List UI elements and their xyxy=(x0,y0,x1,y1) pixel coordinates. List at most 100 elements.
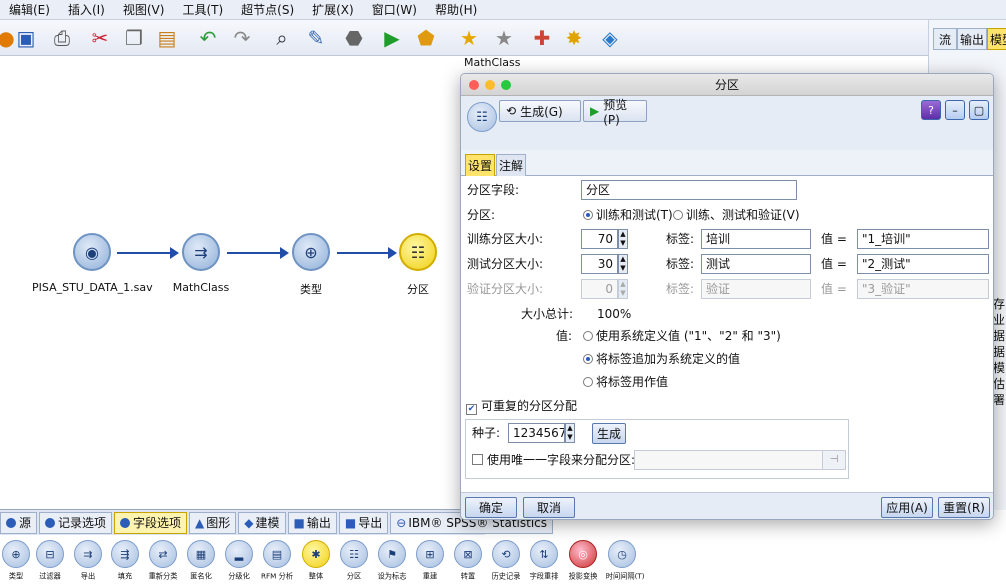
unique-field-checkbox[interactable]: 使用唯一一字段来分配分区: xyxy=(472,449,635,471)
radio-train-test-validate[interactable]: 训练、测试和验证(V) xyxy=(673,204,800,226)
connector-arrow xyxy=(117,247,179,259)
undo-icon[interactable]: ↶ xyxy=(194,24,222,52)
test-value-input[interactable]: "2_测试" xyxy=(857,254,989,274)
cut-icon[interactable]: ✂ xyxy=(86,24,114,52)
source-node[interactable]: ◉ PISA_STU_DATA_1.sav xyxy=(32,233,153,294)
palette-item[interactable]: ◎ 投影变换 xyxy=(565,540,601,582)
dialog-titlebar[interactable]: 分区 xyxy=(461,74,993,96)
palette-item[interactable]: ⇅ 字段重排 xyxy=(526,540,562,582)
stream-canvas[interactable]: ◉ PISA_STU_DATA_1.sav ⇉ MathClass ⊕ 类型 ☷… xyxy=(0,57,460,485)
help-icon[interactable]: ? xyxy=(921,100,941,120)
radio-use-labels[interactable]: 将标签用作值 xyxy=(583,371,668,393)
zoom-window-icon[interactable] xyxy=(501,80,511,90)
tab-outputs[interactable]: 输出 xyxy=(957,28,987,50)
close-window-icon[interactable] xyxy=(469,80,479,90)
test-tag-input[interactable]: 测试 xyxy=(701,254,811,274)
derive-node[interactable]: ⇉ MathClass xyxy=(141,233,261,294)
partition-icon: ☷ xyxy=(399,233,437,271)
redo-icon[interactable]: ↷ xyxy=(228,24,256,52)
palette-tab-graphs[interactable]: ▲ 图形 xyxy=(189,511,237,534)
test-size-stepper[interactable]: ▲ ▼ xyxy=(618,254,628,274)
menu-extensions[interactable]: 扩展(X) xyxy=(303,1,363,18)
menu-insert[interactable]: 插入(I) xyxy=(59,1,114,18)
copy-icon[interactable]: ❐ xyxy=(120,24,148,52)
run-selection-icon[interactable]: ⬟ xyxy=(412,24,440,52)
seed-input[interactable]: 1234567 xyxy=(508,423,565,443)
minimize-window-icon[interactable] xyxy=(485,80,495,90)
radio-system-values[interactable]: 使用系统定义值 ("1"、"2" 和 "3") xyxy=(583,325,781,347)
partition-dialog: 分区 ☷ ⟲ 生成(G) ▶ 预览(P) ? – ▢ 设置 注解 分区字段: 分区 … xyxy=(460,73,994,520)
palette-item[interactable]: ✱ 整体 xyxy=(298,540,334,582)
palette-item[interactable]: ⊞ 重建 xyxy=(412,540,448,582)
spss-icon: ⊖ xyxy=(396,515,407,530)
seed-generate-button[interactable]: 生成 xyxy=(592,423,626,444)
run-icon[interactable]: ▶ xyxy=(378,24,406,52)
preview-button[interactable]: ▶ 预览(P) xyxy=(583,98,647,127)
palette-tab-sources[interactable]: 源 xyxy=(0,511,38,534)
paste-icon[interactable]: ▤ xyxy=(153,24,181,52)
field-picker-icon[interactable]: ⊣ xyxy=(822,450,846,470)
seed-stepper[interactable]: ▲ ▼ xyxy=(565,423,575,443)
palette-item[interactable]: ⇄ 重新分类 xyxy=(145,540,181,582)
star-icon[interactable]: ★ xyxy=(490,24,518,52)
train-value-input[interactable]: "1_培训" xyxy=(857,229,989,249)
pin-icon[interactable]: ✚ xyxy=(528,24,556,52)
repeatable-checkbox[interactable]: ✔ 可重复的分区分配 xyxy=(466,395,577,417)
reset-button[interactable]: 重置(R) xyxy=(938,497,990,518)
palette-item[interactable]: ⇉ 导出 xyxy=(70,540,106,582)
find-icon[interactable]: ⌕ xyxy=(268,24,296,52)
menu-window[interactable]: 窗口(W) xyxy=(363,1,426,18)
palette-item[interactable]: ⊟ 过滤器 xyxy=(32,540,68,582)
tab-annotations[interactable]: 注解 xyxy=(496,154,526,176)
gem-icon[interactable]: ◈ xyxy=(596,24,624,52)
menubar: 编辑(E) 插入(I) 视图(V) 工具(T) 超节点(S) 扩展(X) 窗口(… xyxy=(0,0,1006,20)
generate-button[interactable]: ⟲ 生成(G) xyxy=(499,100,581,122)
train-size-input[interactable]: 70 xyxy=(581,229,618,249)
palette-tab-export[interactable]: ■ 导出 xyxy=(338,511,389,534)
palette-item[interactable]: ⟲ 历史记录 xyxy=(488,540,524,582)
menu-tools[interactable]: 工具(T) xyxy=(173,1,232,18)
palette-item[interactable]: ⇶ 填充 xyxy=(107,540,143,582)
maximize-icon[interactable]: ▢ xyxy=(969,100,989,120)
palette-item[interactable]: ⊕ 类型 xyxy=(0,540,34,582)
palette-item[interactable]: ⚑ 设为标志 xyxy=(374,540,410,582)
palette-tab-modeling[interactable]: ◆ 建模 xyxy=(238,511,286,534)
palette-item[interactable]: ▂ 分级化 xyxy=(221,540,257,582)
save-icon[interactable]: ▣ xyxy=(12,24,40,52)
palette-item[interactable]: ▦ 匿名化 xyxy=(183,540,219,582)
palette-item[interactable]: ⊠ 转置 xyxy=(450,540,486,582)
menu-view[interactable]: 视图(V) xyxy=(114,1,174,18)
palette-item[interactable]: ◷ 时间间隔(T) xyxy=(604,540,645,582)
apply-button[interactable]: 应用(A) xyxy=(881,497,933,518)
ok-button[interactable]: 确定 xyxy=(465,497,517,518)
palette-tab-field-ops[interactable]: 字段选项 xyxy=(114,511,188,534)
palette-item[interactable]: ▤ RFM 分析 xyxy=(259,540,295,582)
binning-icon: ▂ xyxy=(225,540,253,568)
print-icon[interactable]: ⎙ xyxy=(48,24,76,52)
tab-streams[interactable]: 流 xyxy=(933,28,957,50)
stop-icon[interactable]: ⬣ xyxy=(340,24,368,52)
radio-train-test[interactable]: 训练和测试(T) xyxy=(583,204,673,226)
palette-tab-output[interactable]: ■ 输出 xyxy=(287,511,337,534)
radio-append-labels[interactable]: 将标签追加为系统定义的值 xyxy=(583,348,740,370)
tab-settings[interactable]: 设置 xyxy=(465,154,495,176)
train-tag-input[interactable]: 培训 xyxy=(701,229,811,249)
cancel-button[interactable]: 取消 xyxy=(523,497,575,518)
partition-field-row: 分区字段: 分区 xyxy=(461,179,993,201)
edit-icon[interactable]: ✎ xyxy=(302,24,330,52)
palette-item[interactable]: ☷ 分区 xyxy=(336,540,372,582)
new-sparkle-icon[interactable]: ✸ xyxy=(560,24,588,52)
partition-field-input[interactable]: 分区 xyxy=(581,180,797,200)
star-highlight-icon[interactable]: ★ xyxy=(455,24,483,52)
menu-help[interactable]: 帮助(H) xyxy=(426,1,486,18)
type-node[interactable]: ⊕ 类型 xyxy=(251,233,371,297)
menu-supernode[interactable]: 超节点(S) xyxy=(232,1,303,18)
palette-tab-record-ops[interactable]: 记录选项 xyxy=(39,511,113,534)
tab-models[interactable]: 模型 xyxy=(987,28,1006,50)
test-size-input[interactable]: 30 xyxy=(581,254,618,274)
menu-edit[interactable]: 编辑(E) xyxy=(0,1,59,18)
train-size-stepper[interactable]: ▲ ▼ xyxy=(618,229,628,249)
values-row-3: 将标签用作值 xyxy=(461,371,993,393)
minimize-icon[interactable]: – xyxy=(945,100,965,120)
train-row: 训练分区大小: 70 ▲ ▼ 标签: 培训 值 = "1_培训" xyxy=(461,228,993,250)
